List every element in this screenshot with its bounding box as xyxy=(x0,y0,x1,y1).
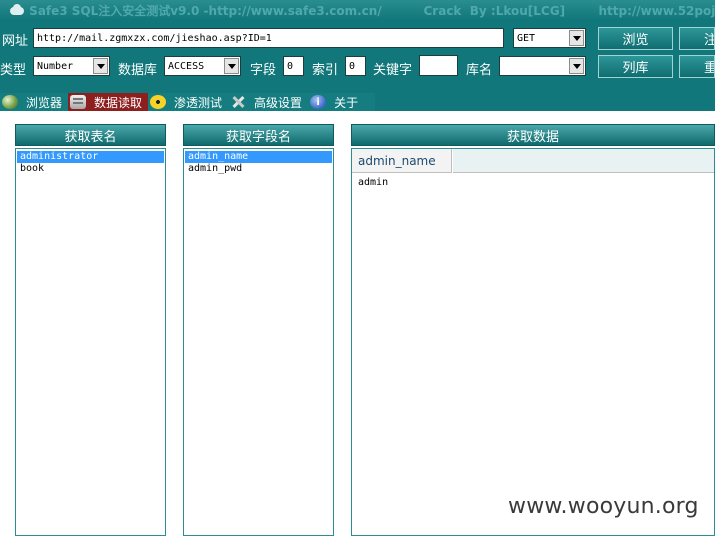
info-icon: i xyxy=(310,95,327,109)
grid-column-header[interactable]: admin_name xyxy=(352,149,452,173)
index-input[interactable]: 0 xyxy=(345,56,366,76)
keyword-input[interactable] xyxy=(419,55,458,76)
fields-list[interactable]: admin_name admin_pwd xyxy=(183,148,334,536)
url-label: 网址 xyxy=(2,34,29,49)
db-select-value: ACCESS xyxy=(168,60,205,72)
dbname-label: 库名 xyxy=(466,63,493,78)
watermark: www.wooyun.org xyxy=(508,494,699,519)
globe-icon xyxy=(2,95,18,109)
field-count-input[interactable]: 0 xyxy=(283,56,304,76)
list-item[interactable]: admin_pwd xyxy=(185,163,332,175)
tables-header: 获取表名 xyxy=(15,124,166,146)
tab-browser[interactable]: 浏览器 xyxy=(0,93,68,111)
grid-cell[interactable]: admin xyxy=(358,177,388,188)
dbname-select[interactable] xyxy=(499,56,586,76)
tab-bar: 浏览器 数据读取 渗透测试 高级设置 i 关于 xyxy=(0,93,375,111)
grid-header-fill xyxy=(453,149,714,173)
tables-list[interactable]: administrator book xyxy=(15,148,166,536)
database-icon xyxy=(70,95,87,109)
list-item[interactable]: admin_name xyxy=(185,151,332,163)
cloud-icon xyxy=(8,3,25,17)
list-item[interactable]: administrator xyxy=(17,151,164,163)
tab-pentest[interactable]: 渗透测试 xyxy=(148,93,228,111)
tab-label: 关于 xyxy=(334,95,359,110)
db-select[interactable]: ACCESS xyxy=(164,56,241,76)
db-label: 数据库 xyxy=(118,63,158,78)
reset-button[interactable]: 重 xyxy=(679,55,715,78)
method-select[interactable]: GET xyxy=(513,28,586,48)
chevron-down-icon[interactable] xyxy=(224,58,239,74)
field-label: 字段 xyxy=(250,63,277,78)
method-select-value: GET xyxy=(517,32,536,44)
tab-advanced[interactable]: 高级设置 xyxy=(228,93,308,111)
tab-about[interactable]: i 关于 xyxy=(308,93,364,111)
data-panel: 获取数据 admin_name admin xyxy=(351,124,715,536)
fields-panel: 获取字段名 admin_name admin_pwd xyxy=(183,124,334,536)
list-db-button[interactable]: 列库 xyxy=(598,55,673,78)
radiation-icon xyxy=(150,95,167,109)
tab-label: 高级设置 xyxy=(254,95,303,110)
tools-icon xyxy=(230,95,246,109)
tab-label: 浏览器 xyxy=(26,95,63,110)
tab-label: 渗透测试 xyxy=(174,95,223,110)
list-item[interactable]: book xyxy=(17,163,164,175)
chevron-down-icon[interactable] xyxy=(93,58,108,74)
tab-label: 数据读取 xyxy=(94,95,143,110)
index-label: 索引 xyxy=(312,63,339,78)
data-header: 获取数据 xyxy=(351,124,715,146)
fields-header: 获取字段名 xyxy=(183,124,334,146)
type-select[interactable]: Number xyxy=(33,56,110,76)
tab-data-read[interactable]: 数据读取 xyxy=(68,93,149,111)
browse-button[interactable]: 浏览 xyxy=(598,27,673,50)
inject-button[interactable]: 注 xyxy=(679,27,715,50)
chevron-down-icon[interactable] xyxy=(569,30,584,46)
chevron-down-icon[interactable] xyxy=(569,58,584,74)
url-input[interactable]: http://mail.zgmxzx.com/jieshao.asp?ID=1 xyxy=(33,28,504,48)
type-label: 类型 xyxy=(0,63,27,78)
window-title: Safe3 SQL注入安全测试v9.0 -http://www.safe3.co… xyxy=(29,3,715,18)
keyword-label: 关键字 xyxy=(373,63,413,78)
title-bar: Safe3 SQL注入安全测试v9.0 -http://www.safe3.co… xyxy=(0,0,715,20)
tables-panel: 获取表名 administrator book xyxy=(15,124,166,536)
data-grid[interactable]: admin_name admin xyxy=(351,148,715,536)
data-read-panel: 获取表名 administrator book 获取字段名 admin_name… xyxy=(0,111,715,536)
type-select-value: Number xyxy=(37,60,74,72)
